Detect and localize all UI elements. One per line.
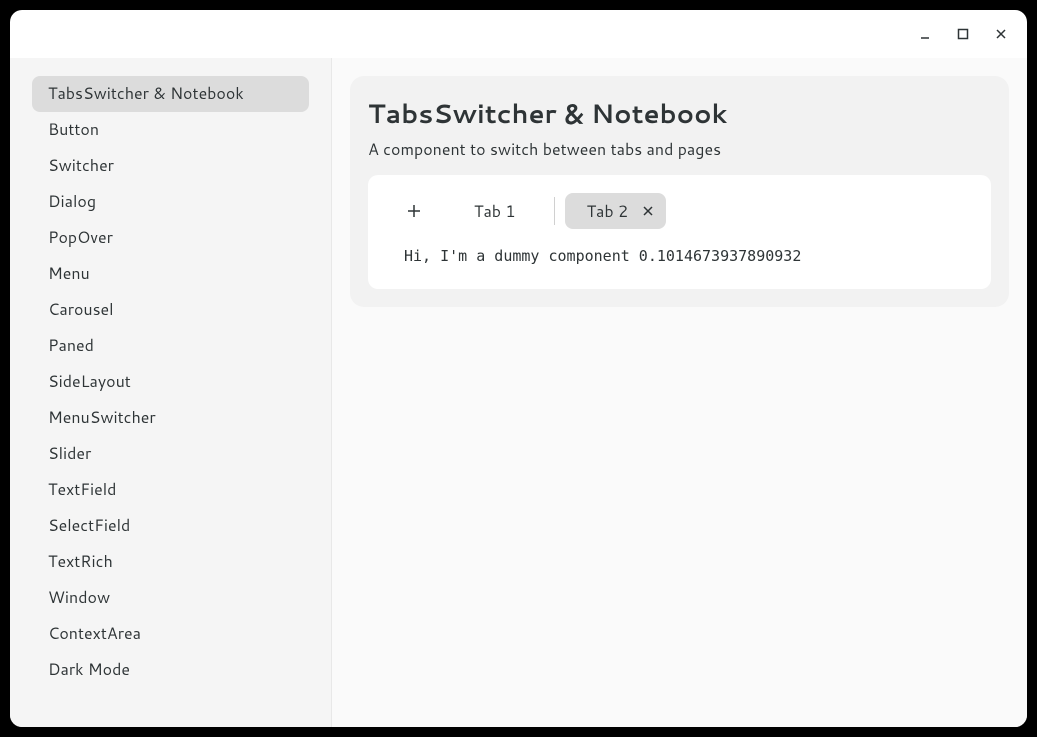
sidebar-item-label: SelectField xyxy=(48,516,130,536)
sidebar-item-popover[interactable]: PopOver xyxy=(32,220,309,256)
minimize-button[interactable] xyxy=(913,22,937,46)
sidebar-item-window[interactable]: Window xyxy=(32,580,309,616)
sidebar-item-tabsswitcher-notebook[interactable]: TabsSwitcher & Notebook xyxy=(32,76,309,112)
sidebar-item-label: Dark Mode xyxy=(48,660,130,680)
sidebar-item-label: TabsSwitcher & Notebook xyxy=(48,84,244,104)
tab-divider xyxy=(554,197,555,225)
sidebar-item-label: Carousel xyxy=(48,300,114,320)
sidebar-item-button[interactable]: Button xyxy=(32,112,309,148)
sidebar-item-darkmode[interactable]: Dark Mode xyxy=(32,652,309,688)
tab-1[interactable]: Tab 1 xyxy=(444,193,546,229)
tab-2[interactable]: Tab 2 xyxy=(565,193,667,229)
sidebar-item-sidelayout[interactable]: SideLayout xyxy=(32,364,309,400)
sidebar-item-label: Dialog xyxy=(48,192,96,212)
sidebar-item-slider[interactable]: Slider xyxy=(32,436,309,472)
sidebar-item-carousel[interactable]: Carousel xyxy=(32,292,309,328)
add-tab-button[interactable] xyxy=(396,193,432,229)
close-button[interactable] xyxy=(989,22,1013,46)
sidebar-item-switcher[interactable]: Switcher xyxy=(32,148,309,184)
sidebar-item-label: MenuSwitcher xyxy=(48,408,156,428)
sidebar-item-selectfield[interactable]: SelectField xyxy=(32,508,309,544)
tabswitcher-container: Tab 1 Tab 2 Hi, I'm a dummy component 0.… xyxy=(368,175,991,289)
sidebar-item-textrich[interactable]: TextRich xyxy=(32,544,309,580)
sidebar-item-contextarea[interactable]: ContextArea xyxy=(32,616,309,652)
sidebar-item-label: SideLayout xyxy=(48,372,131,392)
sidebar-item-dialog[interactable]: Dialog xyxy=(32,184,309,220)
maximize-button[interactable] xyxy=(951,22,975,46)
body-area: TabsSwitcher & Notebook Button Switcher … xyxy=(10,58,1027,727)
demo-card: TabsSwitcher & Notebook A component to s… xyxy=(350,76,1009,307)
tab-close-button[interactable] xyxy=(640,203,656,219)
sidebar-item-label: Button xyxy=(48,120,99,140)
sidebar: TabsSwitcher & Notebook Button Switcher … xyxy=(10,58,332,727)
tab-label: Tab 2 xyxy=(587,200,629,223)
page-title: TabsSwitcher & Notebook xyxy=(368,96,991,132)
window-frame: TabsSwitcher & Notebook Button Switcher … xyxy=(10,10,1027,727)
main-area: TabsSwitcher & Notebook A component to s… xyxy=(332,58,1027,727)
plus-icon xyxy=(406,203,422,219)
titlebar xyxy=(10,10,1027,58)
sidebar-item-label: Window xyxy=(48,588,110,608)
sidebar-item-paned[interactable]: Paned xyxy=(32,328,309,364)
sidebar-item-label: ContextArea xyxy=(48,624,141,644)
tab-content: Hi, I'm a dummy component 0.101467393789… xyxy=(386,247,973,271)
sidebar-item-menu[interactable]: Menu xyxy=(32,256,309,292)
tab-bar: Tab 1 Tab 2 xyxy=(386,193,973,229)
sidebar-item-menuswitcher[interactable]: MenuSwitcher xyxy=(32,400,309,436)
sidebar-item-label: Slider xyxy=(48,444,91,464)
sidebar-item-label: PopOver xyxy=(48,228,113,248)
sidebar-item-label: TextRich xyxy=(48,552,113,572)
sidebar-item-label: Switcher xyxy=(48,156,114,176)
close-icon xyxy=(642,205,654,217)
page-subtitle: A component to switch between tabs and p… xyxy=(368,138,991,161)
sidebar-item-label: TextField xyxy=(48,480,116,500)
sidebar-item-label: Menu xyxy=(48,264,90,284)
tab-label: Tab 1 xyxy=(474,200,516,223)
sidebar-item-label: Paned xyxy=(48,336,94,356)
sidebar-item-textfield[interactable]: TextField xyxy=(32,472,309,508)
